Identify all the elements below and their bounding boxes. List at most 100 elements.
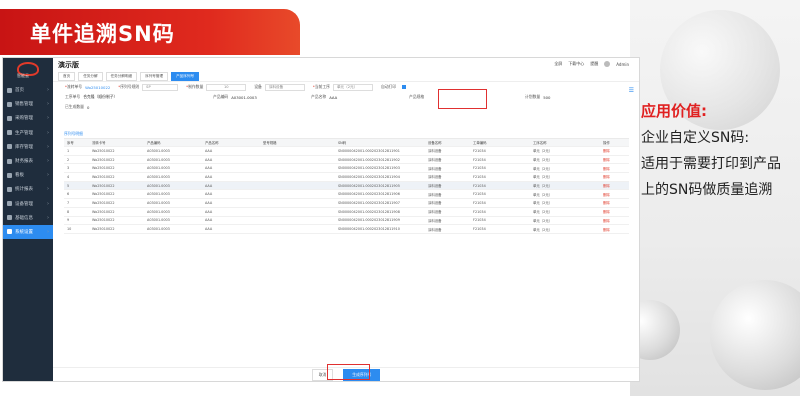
table-cell: F21034 [473, 227, 486, 232]
process-select[interactable]: 单元（2元） [332, 83, 373, 91]
column-header: 产品编码 [147, 141, 161, 145]
menu-icon [7, 186, 12, 192]
download-center-button[interactable]: 下载中心 [568, 61, 584, 67]
menu-icon [7, 144, 12, 150]
delete-button[interactable]: 删除 [600, 183, 629, 188]
menu-icon [7, 158, 12, 164]
user-name[interactable]: Admin [616, 62, 629, 67]
table-cell: 单元（2元） [533, 184, 553, 189]
table-cell: 单元（2元） [533, 227, 553, 232]
table-cell: A03001.0003 [147, 157, 170, 162]
process-field: *当前工序 单元（2元） [312, 83, 373, 91]
table-cell: 8 [67, 209, 70, 214]
column-settings-icon[interactable]: ☰ [629, 87, 634, 94]
chevron-right-icon: › [47, 158, 49, 165]
delete-button[interactable]: 删除 [600, 157, 629, 162]
value-line-3: 上的SN码做质量追溯 [641, 182, 773, 198]
delete-button[interactable]: 删除 [600, 174, 629, 179]
product-name-label: 产品名称 [311, 94, 327, 99]
delete-button[interactable]: 删除 [600, 166, 629, 171]
auto-print-field: 自动打印 [381, 84, 407, 90]
sidebar-item[interactable]: 销售管理 › [3, 97, 53, 111]
table-body: 1 Wo25010022 A03001.0003 AAA SN0000042001.00… [64, 147, 629, 234]
table-cell: A03001.0003 [147, 174, 170, 179]
highlight-generate-button [327, 364, 370, 380]
column-header: SN码 [338, 141, 347, 145]
table-cell: A03001.0003 [147, 183, 170, 188]
sidebar-item[interactable]: 库存管理 › [3, 140, 53, 154]
plan-value: 500 [543, 94, 551, 100]
table-cell: 5 [67, 183, 70, 188]
table-cell: Wo25010022 [92, 192, 115, 197]
sidebar-item[interactable]: 设备管理 › [3, 197, 53, 211]
delete-button[interactable]: 删除 [600, 227, 629, 232]
tab-item[interactable]: 首页 [58, 72, 76, 81]
table-cell: F21034 [473, 157, 486, 162]
sidebar-item-label: 库存管理 [15, 144, 33, 150]
table-cell: AAA [205, 218, 213, 223]
plan-field: 计划数量 500 [525, 94, 550, 100]
rule-select[interactable]: SP [142, 83, 179, 91]
delete-button[interactable]: 删除 [600, 218, 629, 223]
delete-button[interactable]: 删除 [600, 192, 629, 197]
value-line-1: 企业自定义SN码: [641, 130, 750, 146]
tab-item[interactable]: 任务分解 [78, 72, 103, 81]
tab-item[interactable]: 序列号管理 [140, 72, 169, 81]
form-row-2: 工序单号 合克隆（顺份制子） 产品编码 A03001.0003 产品名称 AAA… [53, 92, 639, 102]
delete-button[interactable]: 删除 [600, 209, 629, 214]
tab-item[interactable]: 产品序列号 [171, 72, 200, 81]
table-cell: AAA [205, 174, 213, 179]
table-row: 7 Wo25010022 A03001.0003 AAA SN0000042001.00… [64, 199, 629, 208]
sidebar-item[interactable]: 首页 › [3, 83, 53, 97]
topbar: 演示版 全屏 下载中心 提醒 Admin [53, 58, 639, 72]
order-label: *流转单号 [65, 84, 83, 89]
sidebar-item[interactable]: 看板 › [3, 168, 53, 182]
sidebar-item[interactable]: 采购管理 › [3, 111, 53, 125]
device-select[interactable]: 涂料设备 [264, 83, 305, 91]
decorative-sphere [710, 280, 800, 390]
column-header: 型号规格 [263, 141, 277, 145]
avatar[interactable] [604, 61, 611, 67]
rule-label: *序列号规则 [118, 84, 140, 89]
table-row: 3 Wo25010022 A03001.0003 AAA SN0000042001.00… [64, 164, 629, 174]
sidebar-item[interactable]: 基础信息 › [3, 211, 53, 225]
process-label: *当前工序 [312, 84, 330, 89]
table-cell: AAA [205, 148, 213, 153]
value-line-2: 适用于需要打印到产品 [641, 156, 781, 172]
tab-item[interactable]: 任务分解明细 [105, 72, 138, 81]
column-header: 工单编码 [473, 141, 487, 145]
sidebar-item-label: 统计报表 [15, 187, 33, 193]
column-header: 工序名称 [533, 141, 547, 145]
product-code-label: 产品编码 [213, 94, 229, 99]
table-cell: F21034 [473, 209, 486, 214]
notify-button[interactable]: 提醒 [590, 61, 598, 67]
fullscreen-button[interactable]: 全屏 [554, 61, 562, 67]
column-header: 设备名称 [428, 141, 442, 145]
sidebar-item[interactable]: 系统设置 › [3, 224, 53, 240]
sidebar-item[interactable]: 生产管理 › [3, 126, 53, 140]
count-input[interactable]: 10 [206, 83, 247, 91]
process-order-field: 工序单号 合克隆（顺份制子） [65, 94, 205, 100]
delete-button[interactable]: 删除 [600, 148, 629, 153]
table-cell: Wo25010022 [92, 227, 115, 232]
table-cell: F21034 [473, 174, 486, 179]
table-cell: Wo25010022 [92, 209, 115, 214]
chevron-right-icon: › [47, 228, 49, 235]
table-cell: F21034 [473, 192, 486, 197]
table-cell: Wo25010022 [92, 218, 115, 223]
table-cell: 3 [67, 166, 70, 171]
table-cell: SN0000042001.0002023012811908 [338, 209, 400, 214]
delete-button[interactable]: 删除 [600, 200, 629, 205]
table-cell: F21034 [473, 200, 486, 205]
sidebar-item-label: 设备管理 [15, 201, 33, 207]
sidebar-item[interactable]: 财务报表 › [3, 154, 53, 168]
table-cell: SN0000042001.0002023012811909 [338, 218, 400, 223]
column-header: 操作 [603, 141, 610, 145]
auto-print-checkbox[interactable] [402, 85, 407, 89]
table-cell: Wo25010022 [92, 183, 115, 188]
table-row: 9 Wo25010022 A03001.0003 AAA SN0000042001.00… [64, 217, 629, 226]
process-order-label: 工序单号 [65, 94, 81, 99]
sidebar-item-label: 生产管理 [15, 130, 33, 136]
chevron-right-icon: › [47, 214, 49, 221]
sidebar-item[interactable]: 统计报表 › [3, 182, 53, 196]
